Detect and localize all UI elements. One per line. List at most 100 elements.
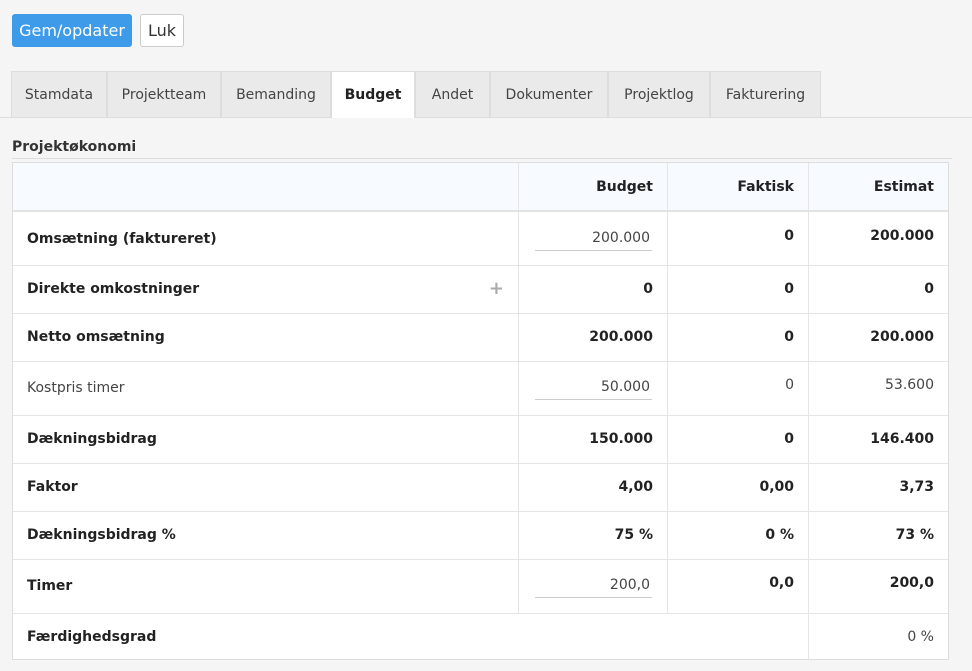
tab-budget[interactable]: Budget [331, 71, 415, 118]
tab-stamdata[interactable]: Stamdata [11, 71, 107, 117]
faktisk-value: 0 [784, 281, 794, 297]
kostpris-budget-input[interactable] [535, 374, 652, 400]
row-label-text: Dækningsbidrag % [27, 527, 176, 543]
tab-bemanding[interactable]: Bemanding [221, 71, 331, 117]
row-label: Faktor [13, 463, 518, 511]
header-estimat-cell: Estimat [808, 163, 948, 210]
estimat-value: 0 [924, 281, 934, 297]
estimat-cell: 200.000 [808, 313, 948, 361]
faktisk-value: 0 % [765, 527, 794, 543]
budget-table: Budget Faktisk Estimat Omsætning (faktur… [12, 162, 949, 660]
tab-projektlog[interactable]: Projektlog [608, 71, 710, 117]
estimat-value: 73 % [895, 527, 934, 543]
section-title: Projektøkonomi [12, 139, 137, 155]
faktisk-cell: 0 [667, 415, 808, 463]
budget-cell: 200.000 [518, 313, 667, 361]
budget-value: 200.000 [589, 329, 653, 345]
tab-fakturering[interactable]: Fakturering [710, 71, 821, 117]
budget-value: 150.000 [589, 431, 653, 447]
save-button[interactable]: Gem/opdater [12, 14, 132, 47]
table-row-daekningsbidrag: Dækningsbidrag 150.000 0 146.400 [13, 415, 948, 464]
row-label-text: Færdighedsgrad [27, 629, 157, 645]
faktisk-value: 0 [785, 377, 794, 393]
tab-projektteam[interactable]: Projektteam [107, 71, 221, 117]
row-label: Omsætning (faktureret) [13, 212, 518, 265]
tab-bar: Stamdata Projektteam Bemanding Budget An… [0, 71, 972, 118]
budget-cell [518, 212, 667, 265]
estimat-cell: 3,73 [808, 463, 948, 511]
faktisk-cell: 0,00 [667, 463, 808, 511]
faktisk-value: 0 [784, 228, 794, 244]
budget-cell: 75 % [518, 511, 667, 559]
table-row-faerdighedsgrad: Færdighedsgrad 0 % [13, 613, 948, 659]
header-estimat: Estimat [873, 179, 934, 195]
estimat-cell: 0 % [808, 613, 948, 659]
estimat-cell: 73 % [808, 511, 948, 559]
faktisk-value: 0,00 [759, 479, 794, 495]
tab-andet[interactable]: Andet [415, 71, 490, 117]
header-label-cell [13, 163, 518, 210]
header-budget-cell: Budget [518, 163, 667, 210]
estimat-cell: 200,0 [808, 559, 948, 613]
close-button[interactable]: Luk [140, 14, 184, 47]
estimat-cell: 146.400 [808, 415, 948, 463]
budget-value: 75 % [614, 527, 653, 543]
faktisk-value: 0 [784, 329, 794, 345]
row-label-text: Dækningsbidrag [27, 431, 157, 447]
estimat-value: 200,0 [889, 575, 934, 591]
row-label: Kostpris timer [13, 361, 518, 415]
tab-dokumenter[interactable]: Dokumenter [490, 71, 608, 117]
row-label-text: Kostpris timer [27, 380, 125, 396]
faktisk-cell: 0 [667, 212, 808, 265]
row-label-text: Direkte omkostninger [27, 281, 200, 297]
budget-cell: 0 [518, 265, 667, 313]
estimat-cell: 0 [808, 265, 948, 313]
faktisk-value: 0,0 [769, 575, 794, 591]
faktisk-cell: 0 % [667, 511, 808, 559]
header-faktisk: Faktisk [737, 179, 794, 195]
budget-cell [518, 559, 667, 613]
header-faktisk-cell: Faktisk [667, 163, 808, 210]
estimat-cell: 53.600 [808, 361, 948, 415]
row-label: Dækningsbidrag % [13, 511, 518, 559]
row-label-text: Faktor [27, 479, 78, 495]
table-row-omsaetning: Omsætning (faktureret) 0 200.000 [13, 212, 948, 266]
faktisk-cell: 0 [667, 265, 808, 313]
table-row-timer: Timer 0,0 200,0 [13, 559, 948, 614]
estimat-cell: 200.000 [808, 212, 948, 265]
budget-cell [518, 361, 667, 415]
omsaetning-budget-input[interactable] [535, 225, 652, 251]
budget-cell: 4,00 [518, 463, 667, 511]
row-label: Færdighedsgrad [13, 613, 808, 659]
header-budget: Budget [596, 179, 653, 195]
row-label-text: Netto omsætning [27, 329, 165, 345]
row-label: Direkte omkostninger + [13, 265, 518, 313]
row-label-text: Timer [27, 578, 73, 594]
section-divider [12, 158, 952, 159]
estimat-value: 0 % [907, 629, 934, 645]
faktisk-value: 0 [784, 431, 794, 447]
toolbar: Gem/opdater Luk [12, 14, 184, 47]
row-label: Dækningsbidrag [13, 415, 518, 463]
timer-budget-input[interactable] [535, 572, 652, 598]
table-header: Budget Faktisk Estimat [13, 163, 948, 212]
estimat-value: 200.000 [870, 329, 934, 345]
faktisk-cell: 0 [667, 313, 808, 361]
table-row-faktor: Faktor 4,00 0,00 3,73 [13, 463, 948, 512]
estimat-value: 200.000 [870, 228, 934, 244]
faktisk-cell: 0,0 [667, 559, 808, 613]
row-label-text: Omsætning (faktureret) [27, 230, 217, 247]
faktisk-cell: 0 [667, 361, 808, 415]
table-row-kostpris-timer: Kostpris timer 0 53.600 [13, 361, 948, 416]
estimat-value: 3,73 [899, 479, 934, 495]
row-label: Timer [13, 559, 518, 613]
budget-value: 0 [643, 281, 653, 297]
estimat-value: 53.600 [885, 377, 934, 393]
estimat-value: 146.400 [870, 431, 934, 447]
budget-value: 4,00 [618, 479, 653, 495]
table-row-netto-omsaetning: Netto omsætning 200.000 0 200.000 [13, 313, 948, 362]
row-label: Netto omsætning [13, 313, 518, 361]
budget-cell: 150.000 [518, 415, 667, 463]
table-row-direkte-omkostninger: Direkte omkostninger + 0 0 0 [13, 265, 948, 314]
add-icon[interactable]: + [489, 280, 504, 298]
